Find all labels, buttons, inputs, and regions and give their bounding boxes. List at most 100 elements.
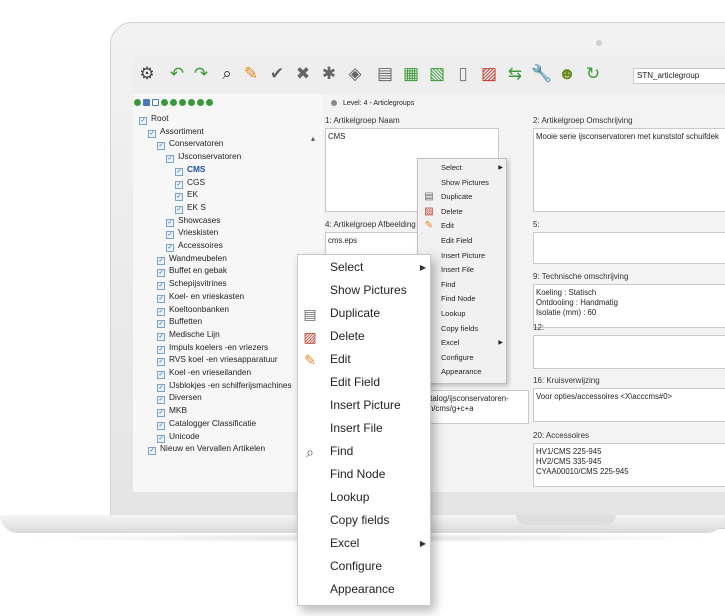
tree-item[interactable]: ✓ Buffetten <box>157 315 202 329</box>
expand-all-icon[interactable] <box>134 99 141 106</box>
tree-item[interactable]: ✓ Koeltoonbanken <box>157 303 229 316</box>
tree-item[interactable]: ✓ Schepijsvitrines <box>157 277 227 291</box>
menu-item-insert-picture[interactable]: Insert Picture <box>418 249 506 263</box>
laptop-notch <box>516 515 616 525</box>
tree-checkbox[interactable]: ✓ <box>166 155 174 164</box>
menu-item-excel[interactable]: Excel ▶ <box>418 336 506 350</box>
table-name-field[interactable]: STN_articlegroup <box>633 68 725 84</box>
tree-item[interactable]: ✓ Vrieskisten <box>166 226 218 240</box>
tree-item[interactable]: ✓ EK <box>175 188 198 202</box>
tree-item[interactable]: ✓ RVS koel -en vriesapparatuur <box>157 353 278 367</box>
next-icon[interactable] <box>197 99 204 106</box>
menu-item-edit[interactable]: ✎ Edit <box>418 219 506 233</box>
menu-item-find-node[interactable]: Find Node <box>298 463 430 486</box>
info-icon[interactable] <box>170 99 177 106</box>
tree-item[interactable]: ✓ Koel -en vrieseilanden <box>157 366 251 379</box>
export-document-icon[interactable]: ▧ <box>427 64 447 84</box>
uncheck-all-icon[interactable] <box>152 99 159 106</box>
field-path[interactable]: catalog/ijsconservatoren- ren/cms/g+c+a <box>419 390 529 424</box>
user-icon[interactable]: ☻ <box>557 64 577 84</box>
tree-item[interactable]: ✓ CGS <box>175 176 205 189</box>
tree-item[interactable]: ✓ Nieuw en Vervallen Artikelen <box>148 442 265 456</box>
redo-icon[interactable]: ↷ <box>191 64 211 84</box>
menu-item-find[interactable]: ⌕ Find <box>298 440 430 463</box>
menu-item-duplicate[interactable]: ▤ Duplicate <box>418 190 506 204</box>
menu-item-find-node[interactable]: Find Node <box>418 292 506 306</box>
field-5[interactable] <box>533 232 725 264</box>
tree-item[interactable]: ✓ Wandmeubelen <box>157 252 227 265</box>
tree-checkbox[interactable]: ✓ <box>157 142 165 151</box>
menu-item-edit-field[interactable]: Edit Field <box>298 371 430 394</box>
wrench-icon[interactable]: 🔧 <box>531 64 552 84</box>
help-icon[interactable] <box>161 99 168 106</box>
menu-item-insert-file[interactable]: Insert File <box>298 417 430 440</box>
menu-item-edit-field[interactable]: Edit Field <box>418 234 506 248</box>
menu-item-duplicate[interactable]: ▤ Duplicate <box>298 302 430 325</box>
menu-item-select[interactable]: Select ▶ <box>418 161 506 175</box>
page-icon[interactable]: ▯ <box>453 64 473 84</box>
tree-checkbox[interactable]: ✓ <box>139 117 147 125</box>
menu-item-excel[interactable]: Excel ▶ <box>298 532 430 555</box>
menu-item-copy-fields[interactable]: Copy fields <box>418 322 506 336</box>
delete-document-icon[interactable]: ▨ <box>479 64 499 84</box>
tree-item[interactable]: ✓ Buffet en gebak <box>157 264 227 278</box>
field-kruisverwijzing[interactable]: Voor opties/accessoires <X\acccms#0> <box>533 388 725 422</box>
tree-item[interactable]: ✓ IJsconservatoren <box>166 150 241 164</box>
tree-checkbox[interactable]: ✓ <box>148 129 156 138</box>
check-all-icon[interactable] <box>143 99 150 106</box>
field-accessoires[interactable]: HV1/CMS 225-945 HV2/CMS 335-945 CYAA0001… <box>533 443 725 487</box>
move-icon[interactable] <box>206 99 213 106</box>
menu-item-configure[interactable]: Configure <box>298 555 430 578</box>
edit-pencil-icon[interactable]: ✎ <box>241 64 261 84</box>
menu-item-lookup[interactable]: Lookup <box>418 307 506 321</box>
menu-item-edit[interactable]: ✎ Edit <box>298 348 430 371</box>
tree-item[interactable]: ✓ MKB <box>157 404 187 418</box>
tree-item[interactable]: ✓ Diversen <box>157 391 202 405</box>
menu-item-show-pictures[interactable]: Show Pictures <box>418 176 506 190</box>
tree-item[interactable]: ✓ Catalogger Classificatie <box>157 417 256 430</box>
up-icon[interactable] <box>179 99 186 106</box>
tree-item[interactable]: ✓ Koel- en vrieskasten <box>157 290 244 303</box>
tree-checkbox[interactable]: ✓ <box>148 447 156 456</box>
menu-item-appearance[interactable]: Appearance <box>298 578 430 601</box>
transfer-icon[interactable]: ⇆ <box>505 64 525 84</box>
tree-item[interactable]: ✓ Unicode <box>157 430 199 443</box>
field-artikelgroep-omschrijving[interactable]: Mooie serie ijsconservatoren met kunstst… <box>533 128 725 212</box>
scroll-up-icon[interactable]: ▴ <box>311 134 321 143</box>
checkmark-icon[interactable]: ✔ <box>267 64 287 84</box>
menu-item-select[interactable]: Select ▶ <box>298 256 430 279</box>
menu-item-configure[interactable]: Configure <box>418 351 506 365</box>
tree-item[interactable]: ✓ EK S <box>175 201 206 214</box>
tree-item[interactable]: ✓ Assortiment <box>148 125 204 138</box>
tree-item-label: CMS <box>187 163 206 174</box>
tree-item[interactable]: ✓ Root <box>139 112 169 125</box>
down-icon[interactable] <box>188 99 195 106</box>
refresh-icon[interactable]: ↻ <box>583 64 603 84</box>
menu-item-lookup[interactable]: Lookup <box>298 486 430 509</box>
gear-icon[interactable]: ⚙ <box>137 64 157 84</box>
tree-item[interactable]: ✓ IJsblokjes -en schilferijsmachines <box>157 379 292 392</box>
tree-item[interactable]: ✓ Accessoires <box>166 239 223 252</box>
menu-item-insert-picture[interactable]: Insert Picture <box>298 394 430 417</box>
close-x-icon[interactable]: ✖ <box>293 64 313 84</box>
menu-item-show-pictures[interactable]: Show Pictures <box>298 279 430 302</box>
document-icon[interactable]: ▤ <box>375 64 395 84</box>
tree-item[interactable]: ✓ CMS <box>175 163 206 176</box>
search-icon[interactable]: ⌕ <box>217 64 237 84</box>
add-document-icon[interactable]: ▦ <box>401 64 421 84</box>
tree-item[interactable]: ✓ Conservatoren <box>157 137 223 151</box>
menu-item-delete[interactable]: ▨ Delete <box>418 205 506 219</box>
field-12[interactable] <box>533 335 725 369</box>
tag-icon[interactable]: ◈ <box>345 64 365 84</box>
undo-icon[interactable]: ↶ <box>167 64 187 84</box>
tree-item[interactable]: ✓ Medische Lijn <box>157 328 220 341</box>
menu-item-delete[interactable]: ▨ Delete <box>298 325 430 348</box>
menu-item-insert-file[interactable]: Insert File <box>418 263 506 277</box>
tree-item[interactable]: ✓ Showcases <box>166 214 220 227</box>
menu-item-find[interactable]: Find <box>418 278 506 292</box>
menu-item-copy-fields[interactable]: Copy fields <box>298 509 430 532</box>
menu-item-appearance[interactable]: Appearance <box>418 365 506 379</box>
field-technische-omschrijving[interactable]: Koeling : Statisch Ontdooiing : Handmati… <box>533 284 725 328</box>
asterisk-icon[interactable]: ✱ <box>319 64 339 84</box>
tree-item[interactable]: ✓ Impuls koelers -en vriezers <box>157 341 268 354</box>
